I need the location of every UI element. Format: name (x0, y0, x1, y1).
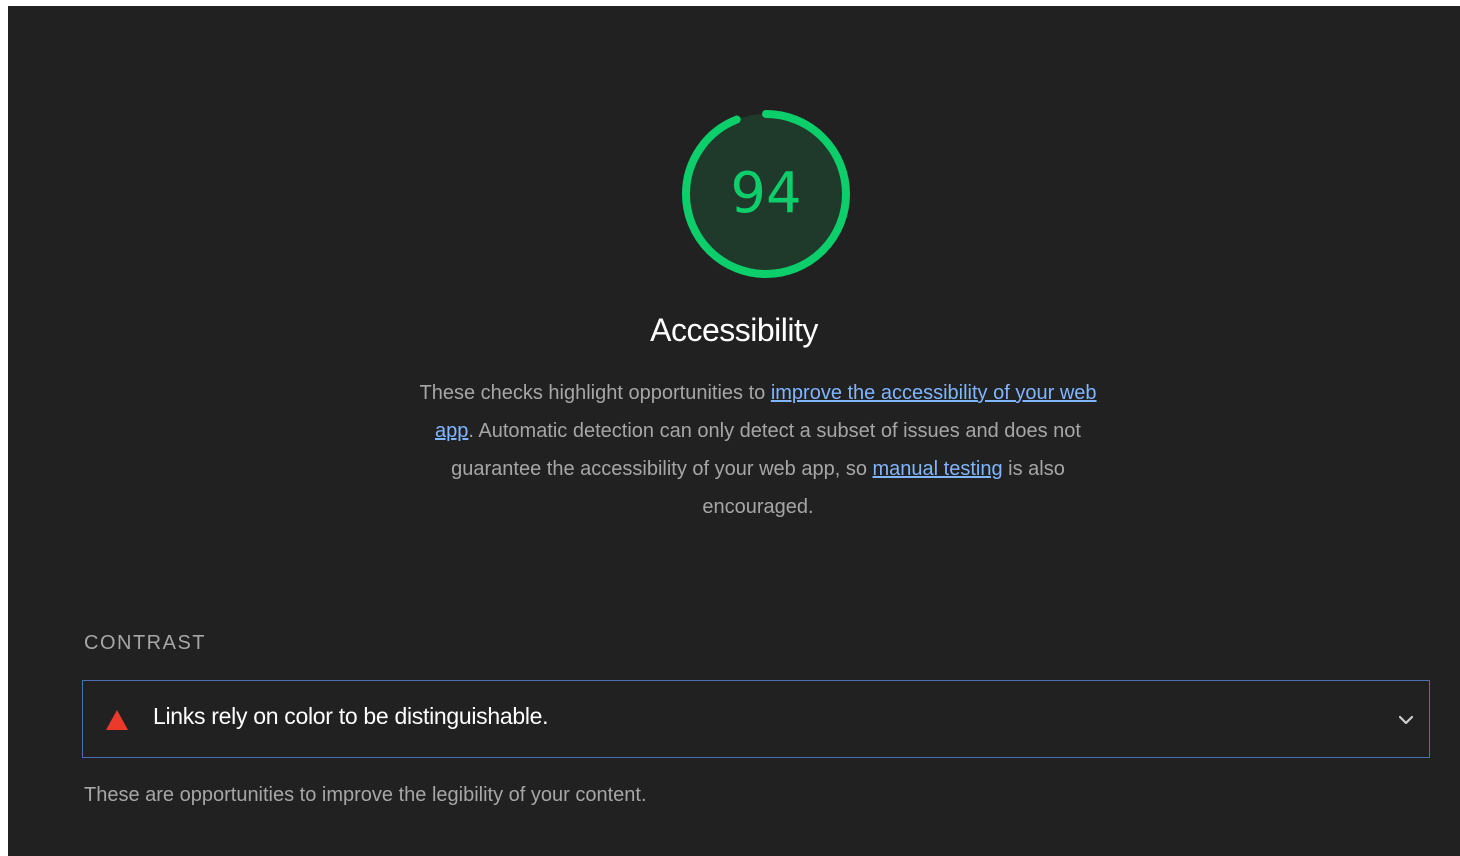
audit-title: Links rely on color to be distinguishabl… (153, 703, 549, 729)
fail-triangle-icon (105, 709, 129, 731)
score-value: 94 (730, 161, 802, 226)
category-description: These checks highlight opportunities to … (408, 374, 1108, 526)
description-text-1: These checks highlight opportunities to (419, 382, 771, 404)
group-title: CONTRAST (84, 632, 206, 654)
audit-item[interactable]: Links rely on color to be distinguishabl… (82, 680, 1430, 758)
report-panel: 94 Accessibility These checks highlight … (8, 6, 1460, 856)
group-description: These are opportunities to improve the l… (84, 784, 647, 806)
score-gauge: 94 (678, 106, 854, 282)
manual-testing-link[interactable]: manual testing (873, 458, 1003, 480)
chevron-down-icon[interactable] (1397, 711, 1415, 729)
category-title: Accessibility (650, 312, 818, 348)
